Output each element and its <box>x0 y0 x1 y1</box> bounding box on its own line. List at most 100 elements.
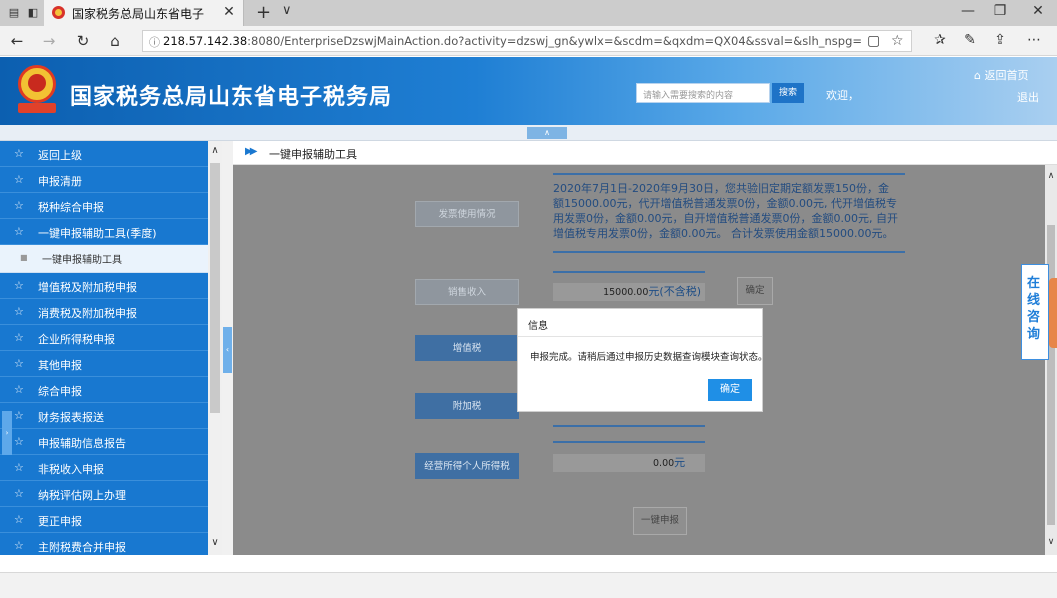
dialog-ok-button[interactable]: 确定 <box>708 379 752 401</box>
double-arrow-icon: ▶▶ <box>245 146 258 157</box>
scroll-up-icon[interactable]: ∧ <box>209 145 221 156</box>
sidebar-item-financial-statements[interactable]: ☆ 财务报表报送 <box>0 403 208 429</box>
url-path: :8080/EnterpriseDzswjMainAction.do?activ… <box>247 34 863 48</box>
sidebar-item-label: 申报清册 <box>38 175 82 188</box>
sidebar-item-combined-tax[interactable]: ☆ 税种综合申报 <box>0 193 208 219</box>
sidebar-item-label: 纳税评估网上办理 <box>38 489 126 502</box>
tab-list-chevron-icon[interactable]: ∨ <box>282 3 292 18</box>
search-input[interactable]: 请输入需要搜索的内容 <box>636 83 770 103</box>
sidebar-item-other-filing[interactable]: ☆ 其他申报 <box>0 351 208 377</box>
sidebar-item-label: 增值税及附加税申报 <box>38 281 137 294</box>
main-breadcrumb: ▶▶ 一键申报辅助工具 <box>233 141 1057 165</box>
star-icon: ☆ <box>14 225 24 238</box>
surcharge-button[interactable]: 附加税 <box>415 393 519 419</box>
sidebar-expand-marker-icon[interactable]: › <box>2 411 12 455</box>
url-host: 218.57.142.38 <box>163 34 248 48</box>
star-icon: ☆ <box>14 331 24 344</box>
sidebar-item-label: 返回上级 <box>38 149 82 162</box>
vat-button[interactable]: 增值税 <box>415 335 519 361</box>
browser-tab[interactable]: 国家税务总局山东省电子 ✕ <box>44 0 244 26</box>
sidebar-item-non-tax-income[interactable]: ☆ 非税收入申报 <box>0 455 208 481</box>
new-tab-icon[interactable]: + <box>256 2 271 23</box>
sidebar: ☆ 返回上级 ☆ 申报清册 ☆ 税种综合申报 ☆ 一键申报辅助工具(季度) ■ 一键申报辅… <box>0 141 222 555</box>
back-icon[interactable]: ← <box>8 32 26 50</box>
consult-mascot-icon[interactable] <box>1049 278 1057 348</box>
invoice-usage-button[interactable]: 发票使用情况 <box>415 201 519 227</box>
welcome-text: 欢迎， <box>826 89 859 102</box>
confirm-sales-button[interactable]: 确定 <box>737 277 773 305</box>
divider <box>553 441 705 443</box>
reading-view-icon[interactable]: ▢ <box>867 33 880 49</box>
sidebar-item-one-click-quarterly[interactable]: ☆ 一键申报辅助工具(季度) <box>0 219 208 245</box>
sidebar-item-comprehensive[interactable]: ☆ 综合申报 <box>0 377 208 403</box>
home-link-icon: ⌂ <box>974 69 985 82</box>
page-title: 一键申报辅助工具 <box>269 148 357 161</box>
tabs-aside-icon[interactable]: ▤ <box>6 5 22 21</box>
home-link-label: 返回首页 <box>984 69 1029 82</box>
favorite-star-icon[interactable]: ☆ <box>891 33 904 49</box>
share-icon[interactable]: ⇪ <box>990 32 1010 48</box>
scroll-up-icon[interactable]: ∧ <box>1045 171 1057 181</box>
collapse-header-chevron-icon[interactable]: ∧ <box>527 127 567 139</box>
personal-income-tax-button[interactable]: 经营所得个人所得税 <box>415 453 519 479</box>
window-close-icon[interactable]: ✕ <box>1028 3 1048 19</box>
sidebar-splitter: ‹ <box>222 141 233 555</box>
sidebar-item-consumption-tax[interactable]: ☆ 消费税及附加税申报 <box>0 299 208 325</box>
sidebar-item-label: 申报辅助信息报告 <box>38 437 126 450</box>
notes-pen-icon[interactable]: ✎ <box>960 32 980 48</box>
search-button[interactable]: 搜索 <box>772 83 804 103</box>
browser-status-bar <box>0 572 1057 598</box>
home-icon[interactable]: ⌂ <box>106 32 124 50</box>
sidebar-item-vat[interactable]: ☆ 增值税及附加税申报 <box>0 273 208 299</box>
sales-income-button[interactable]: 销售收入 <box>415 279 519 305</box>
sidebar-item-label: 综合申报 <box>38 385 82 398</box>
scroll-down-icon[interactable]: ∨ <box>209 537 221 548</box>
header-collapse-strip: ∧ <box>0 125 1057 141</box>
tax-emblem-icon <box>14 65 60 115</box>
sidebar-item-filing-list[interactable]: ☆ 申报清册 <box>0 167 208 193</box>
site-header: 国家税务总局山东省电子税务局 请输入需要搜索的内容 搜索 欢迎， ⌂ 返回首页 … <box>0 57 1057 125</box>
personal-income-tax-unit: 元 <box>674 456 686 469</box>
main-scrollbar[interactable]: ∧ ∨ <box>1045 165 1057 555</box>
sidebar-item-back[interactable]: ☆ 返回上级 <box>0 141 208 167</box>
url-bar[interactable]: ⓘ 218.57.142.38:8080/EnterpriseDzswjMain… <box>142 30 912 52</box>
divider <box>553 425 705 427</box>
divider <box>553 173 905 175</box>
sidebar-item-label: 企业所得税申报 <box>38 333 115 346</box>
sidebar-item-tax-assessment[interactable]: ☆ 纳税评估网上办理 <box>0 481 208 507</box>
one-click-filing-button[interactable]: 一键申报 <box>633 507 687 535</box>
tab-title: 国家税务总局山东省电子 <box>72 7 205 21</box>
sidebar-item-label: 一键申报辅助工具 <box>42 255 122 266</box>
sidebar-item-combined-filing[interactable]: ☆ 主附税费合并申报 <box>0 533 208 555</box>
sales-income-value: 15000.00元(不含税) <box>553 283 705 301</box>
site-info-icon[interactable]: ⓘ <box>149 34 160 50</box>
forward-icon[interactable]: → <box>40 32 58 50</box>
star-icon: ☆ <box>14 409 24 422</box>
bullet-icon: ■ <box>20 253 28 262</box>
tab-close-icon[interactable]: ✕ <box>221 4 237 20</box>
sidebar-item-auxiliary-report[interactable]: ☆ 申报辅助信息报告 <box>0 429 208 455</box>
star-icon: ☆ <box>14 487 24 500</box>
sidebar-item-correction[interactable]: ☆ 更正申报 <box>0 507 208 533</box>
minimize-icon[interactable]: — <box>958 3 978 19</box>
invoice-usage-info: 2020年7月1日-2020年9月30日，您共验旧定期定额发票150份，金额15… <box>553 182 898 240</box>
star-icon: ☆ <box>14 199 24 212</box>
sidebar-scroll-thumb[interactable] <box>210 163 220 413</box>
collapse-sidebar-chevron-icon[interactable]: ‹ <box>223 327 232 373</box>
sidebar-item-label: 税种综合申报 <box>38 201 104 214</box>
online-consult-button[interactable]: 在线咨询 <box>1021 264 1049 360</box>
sidebar-item-corporate-tax[interactable]: ☆ 企业所得税申报 <box>0 325 208 351</box>
scroll-down-icon[interactable]: ∨ <box>1045 537 1057 547</box>
dialog-title: 信息 <box>528 321 548 332</box>
sidebar-subitem-one-click-tool[interactable]: ■ 一键申报辅助工具 <box>0 245 208 273</box>
tab-preview-icon[interactable]: ◧ <box>25 5 41 21</box>
more-menu-icon[interactable]: ⋯ <box>1024 32 1044 48</box>
favorites-hub-icon[interactable]: ✰ <box>930 32 950 48</box>
sidebar-scrollbar[interactable]: ∧ ∨ <box>208 141 222 555</box>
star-icon: ☆ <box>14 513 24 526</box>
home-link[interactable]: ⌂ 返回首页 <box>974 67 1028 83</box>
restore-icon[interactable]: ❐ <box>990 3 1010 19</box>
refresh-icon[interactable]: ↻ <box>74 32 92 50</box>
logout-link[interactable]: 退出 <box>1017 89 1039 105</box>
address-toolbar: ← → ↻ ⌂ ⓘ 218.57.142.38:8080/EnterpriseD… <box>0 26 1057 56</box>
